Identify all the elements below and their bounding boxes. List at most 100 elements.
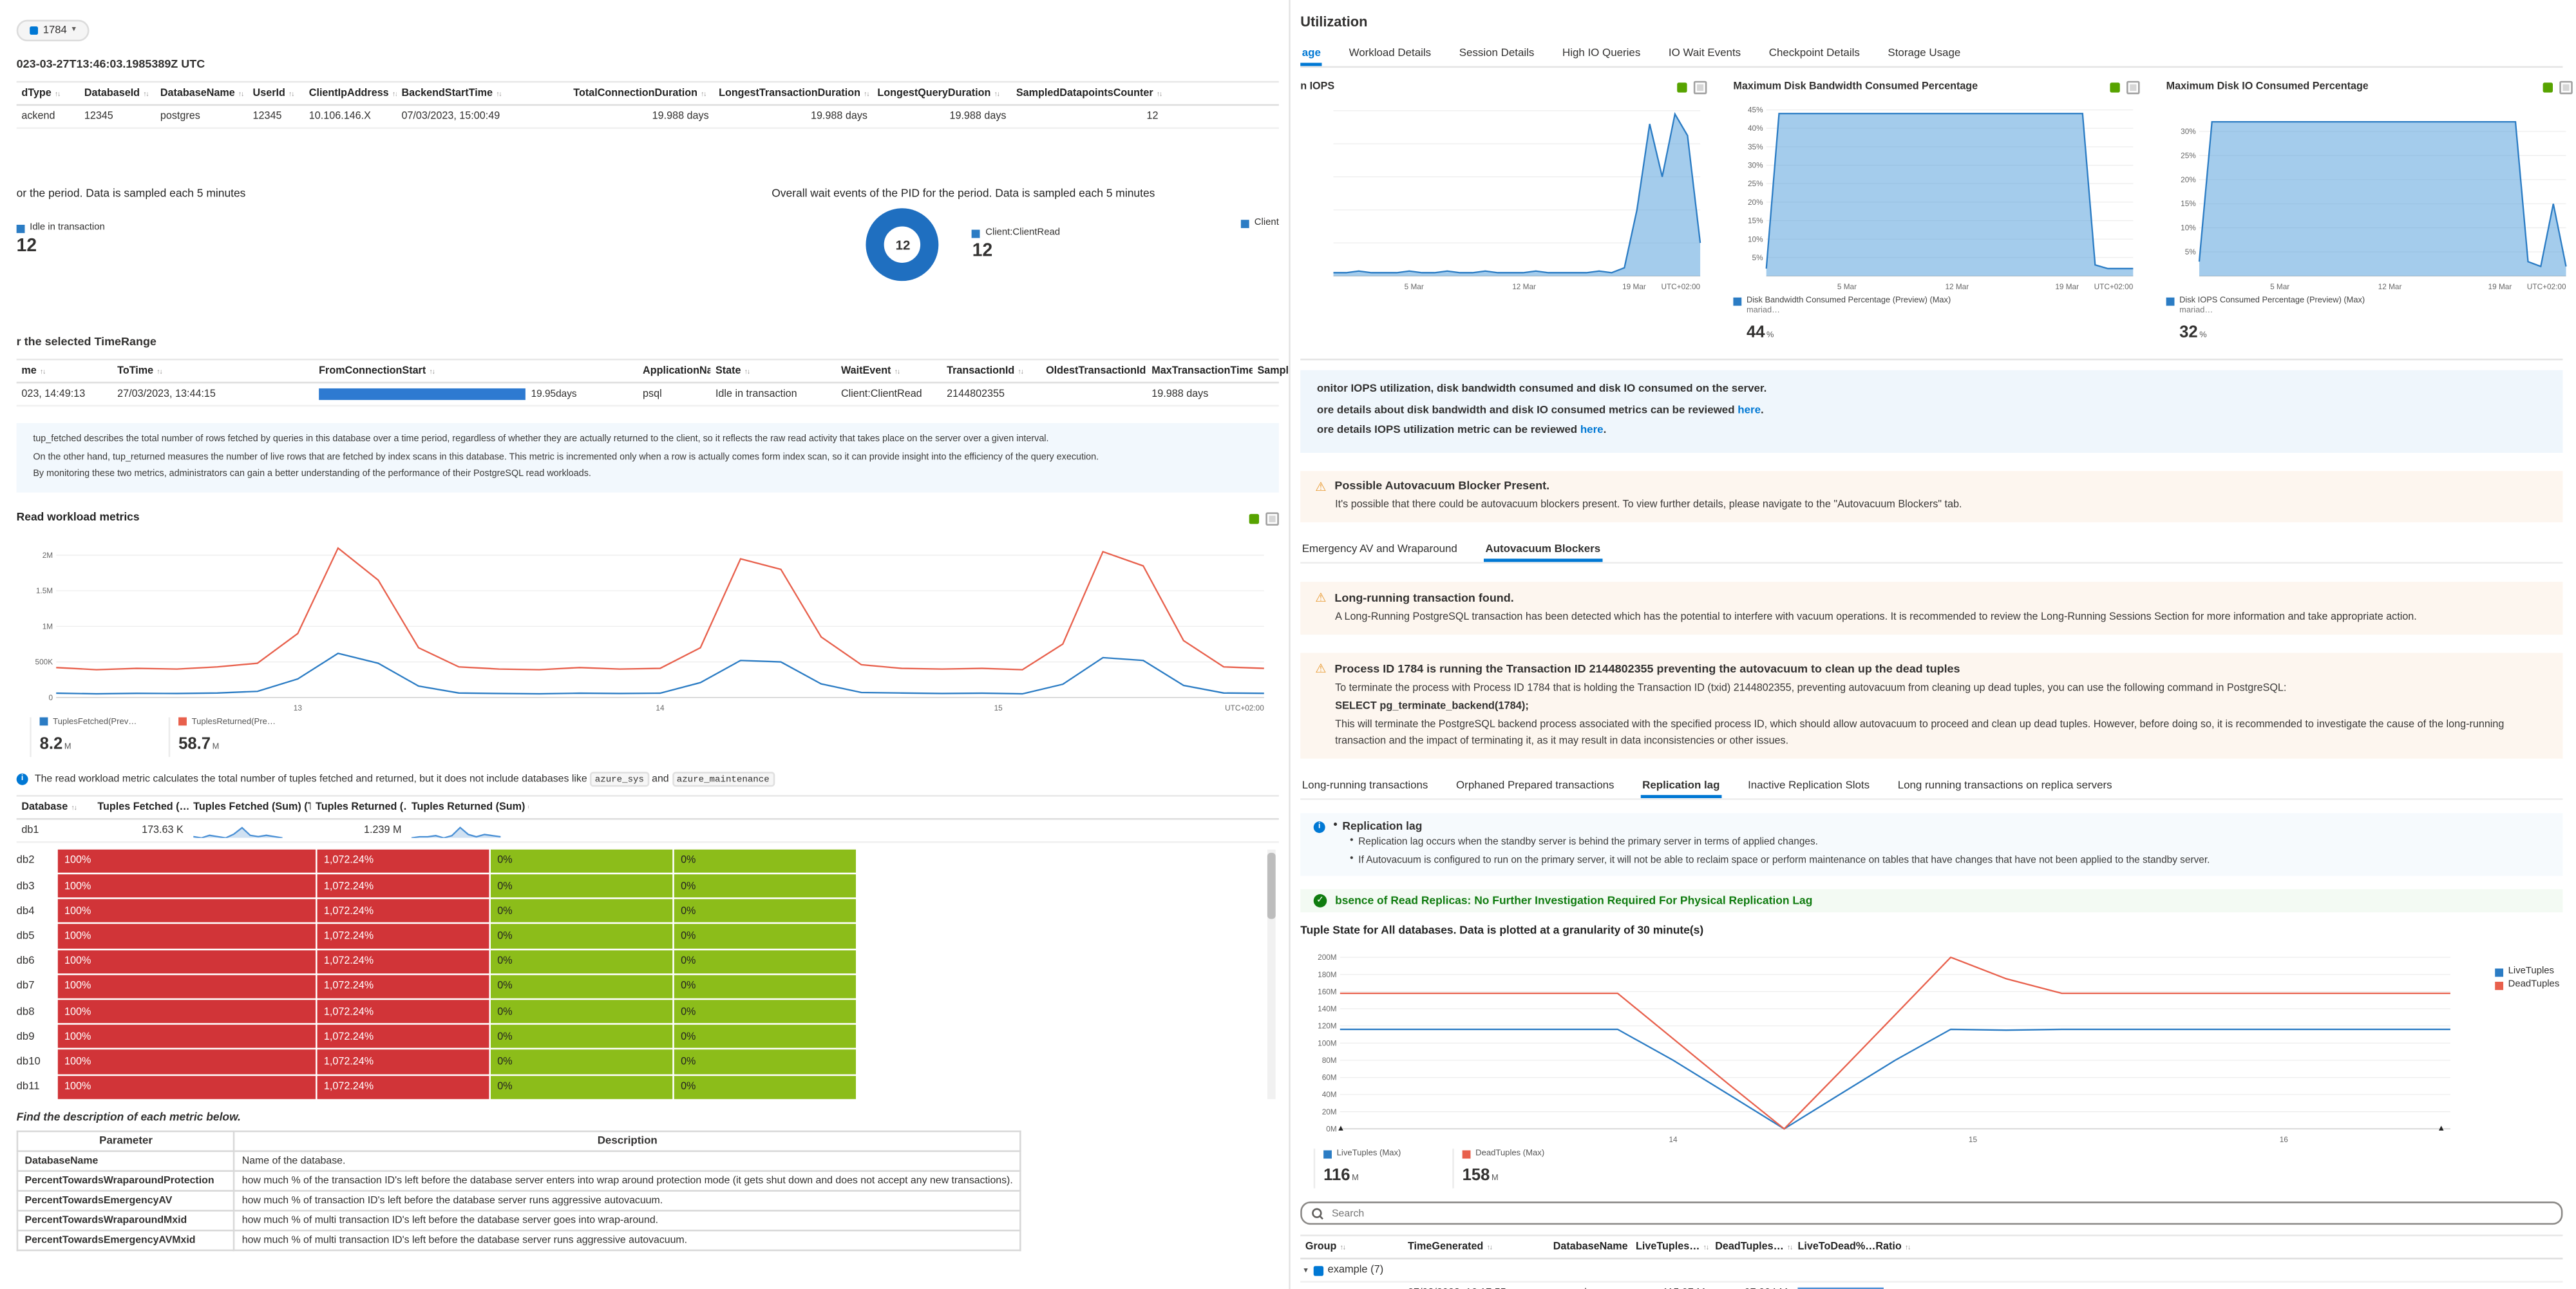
column-header[interactable]: LiveToDead%…Ratio ↑↓ (1793, 1239, 1981, 1254)
expand-chevron-icon[interactable]: ▾ (1303, 1265, 1307, 1275)
note-mid: and (649, 773, 672, 785)
code-azure-sys: azure_sys (590, 771, 649, 787)
column-header-label: DatabaseName (1553, 1241, 1628, 1253)
tab[interactable]: Session Details (1457, 43, 1536, 66)
svg-text:14: 14 (1669, 1135, 1678, 1144)
tuple-state-table: Group↑↓ TimeGenerated↑↓ DatabaseName↑↓ L… (1300, 1234, 2563, 1289)
search-input[interactable] (1328, 1205, 2552, 1221)
column-header-label: Tuples Returned (… (316, 801, 407, 814)
tab[interactable]: Long-running transactions (1300, 776, 1430, 799)
column-header[interactable]: ClientIpAddress↑↓ (304, 86, 397, 100)
column-header[interactable]: State ↑↓ (710, 363, 836, 378)
pan-right-icon[interactable]: ▲ (2437, 1124, 2445, 1134)
tab[interactable]: Autovacuum Blockers (1484, 540, 1602, 563)
wraparound-rows: db2 100% 1,072.24% 0% 0% db3 100% 1,072.… (16, 849, 1259, 1099)
tab[interactable]: Long running transactions on replica ser… (1896, 776, 2114, 799)
column-header[interactable]: DatabaseId ↑↓ (79, 86, 155, 100)
column-header[interactable]: TransactionId ↑↓ (942, 363, 1041, 378)
monitor-note-line: onitor IOPS utilization, disk bandwidth … (1316, 383, 1767, 396)
column-header[interactable]: dType ↑↓ (17, 86, 79, 100)
tab[interactable]: Orphaned Prepared transactions (1454, 776, 1616, 799)
svg-text:12 Mar: 12 Mar (2378, 282, 2402, 291)
pid-filter-pill[interactable]: 1784 ▾ (16, 19, 90, 42)
column-header[interactable]: Tuples Fetched (…↑↓ (93, 799, 188, 814)
column-header[interactable]: TotalConnectionDuration ↑↓ (569, 86, 714, 100)
scrollbar-thumb[interactable] (1267, 852, 1276, 919)
column-header[interactable]: DatabaseName↑↓ (155, 86, 248, 100)
column-header[interactable]: OldestTransactionId↑↓ (1041, 363, 1146, 378)
column-header[interactable]: me ↑↓ (17, 363, 113, 378)
column-header[interactable]: BackendStartTime ↑↓ (397, 86, 569, 100)
duration-bar-label: 19.95days (531, 389, 577, 399)
column-header[interactable]: Tuples Returned (Sum) (Ti…↑↓ (406, 799, 529, 814)
stat-unit: M (212, 741, 220, 752)
details-link[interactable]: here (1738, 404, 1761, 415)
pin-icon[interactable] (2559, 81, 2573, 95)
returned-sparkline-chart (411, 822, 501, 839)
column-header[interactable]: LongestQueryDuration ↑↓ (873, 86, 1012, 100)
tuples-per-database-table: Database↑↓ Tuples Fetched (…↑↓ Tuples Fe… (16, 794, 1279, 843)
utilization-tabs: age Workload Details Session Details High I… (1300, 43, 2563, 68)
column-header[interactable]: DeadTuples… ↑↓ (1710, 1239, 1793, 1254)
live-tuples-cell: 115.97 M (1631, 1286, 1710, 1289)
application-cell: psql (643, 388, 662, 400)
database-name-cell: example (1548, 1286, 1631, 1289)
database-name-cell: db5 (16, 930, 35, 942)
vertical-scrollbar[interactable] (1267, 849, 1276, 1099)
tab[interactable]: Emergency AV and Wraparound (1300, 540, 1459, 563)
column-header[interactable]: UserId ↑↓ (248, 86, 304, 100)
column-header[interactable]: Group ↑↓ (1300, 1239, 1403, 1254)
column-header[interactable]: FromConnectionStart ↑↓ (314, 363, 638, 378)
tab[interactable]: Workload Details (1347, 43, 1433, 66)
wraparound-row: db9 100% 1,072.24% 0% 0% (17, 1025, 1259, 1049)
column-header[interactable]: Sampled↑↓ (1253, 363, 1289, 378)
tab[interactable]: Inactive Replication Slots (1747, 776, 1871, 799)
tab[interactable]: High IO Queries (1560, 43, 1642, 66)
database-name-cell: db10 (16, 1056, 41, 1068)
pin-icon[interactable] (1693, 81, 1707, 95)
column-header[interactable]: WaitEvent ↑↓ (836, 363, 942, 378)
sort-icon: ↑↓ (864, 89, 870, 98)
column-header-label: Database (21, 801, 68, 814)
details-link[interactable]: here (1580, 425, 1604, 436)
wraparound-protection-cell: 100% (57, 1050, 316, 1074)
stat-legend: DeadTuples (Max) (1462, 1149, 1565, 1159)
svg-text:16: 16 (2280, 1135, 2289, 1144)
pin-icon[interactable] (2126, 81, 2140, 95)
replication-info-title-row: • Replication lag (1334, 821, 2210, 834)
tab[interactable]: Checkpoint Details (1767, 43, 1861, 66)
tab[interactable]: Storage Usage (1886, 43, 1962, 66)
wait-events-donut-row: 12 Client:ClientRead 12 (648, 208, 1279, 282)
column-header[interactable]: TimeGenerated ↑↓ (1403, 1239, 1548, 1254)
connection-details-table: dType ↑↓ DatabaseId ↑↓ DatabaseName ↑↓ User… (16, 81, 1279, 129)
read-workload-header: Read workload metrics (17, 512, 1279, 526)
column-header[interactable]: ApplicationName↑↓ (638, 363, 710, 378)
tab[interactable]: IO Wait Events (1667, 43, 1742, 66)
description-row: PercentTowardsWraparoundProtection how m… (16, 1169, 1021, 1192)
column-header[interactable]: LongestTransactionDuration ↑↓ (714, 86, 872, 100)
utilization-charts-row: n IOPS 5 Mar 12 Mar 19 Mar UTC+02:00 Maximu… (1300, 81, 2573, 346)
column-header[interactable]: Database ↑↓ (17, 799, 93, 814)
table-group-row[interactable]: ▾ example (7) (1300, 1259, 2563, 1283)
pan-left-icon[interactable]: ▲ (1337, 1124, 1345, 1134)
tab[interactable]: Replication lag (1641, 776, 1721, 799)
pin-icon[interactable] (1265, 512, 1279, 526)
column-header-label: me (21, 365, 37, 377)
column-header[interactable]: LiveTuples… ↑↓ (1631, 1239, 1710, 1254)
svg-text:120M: 120M (1318, 1022, 1337, 1031)
wraparound-protection-cell: 100% (57, 874, 316, 898)
column-header[interactable]: SampledDatapointsCounter ↑↓ (1011, 86, 1163, 100)
legend-swatch-icon (2166, 296, 2175, 305)
tab[interactable]: age (1300, 43, 1322, 66)
legend-resource: mariad… (1746, 305, 1781, 316)
connection-duration-cell: 19.95days (314, 387, 638, 401)
description-cell: Name of the database. (233, 1150, 1021, 1172)
svg-text:35%: 35% (1748, 142, 1763, 151)
explanation-line: On the other hand, tup_returned measures… (33, 452, 1099, 463)
column-header[interactable]: Tuples Returned (…↑↓ (310, 799, 406, 814)
column-header[interactable]: MaxTransactionTime↑↓ (1147, 363, 1253, 378)
column-header[interactable]: DatabaseName↑↓ (1548, 1239, 1631, 1254)
wraparound-row: db10 100% 1,072.24% 0% 0% (16, 1050, 1259, 1074)
column-header[interactable]: Tuples Fetched (Sum) (Tim…↑↓ (188, 799, 310, 814)
column-header[interactable]: ToTime ↑↓ (112, 363, 314, 378)
